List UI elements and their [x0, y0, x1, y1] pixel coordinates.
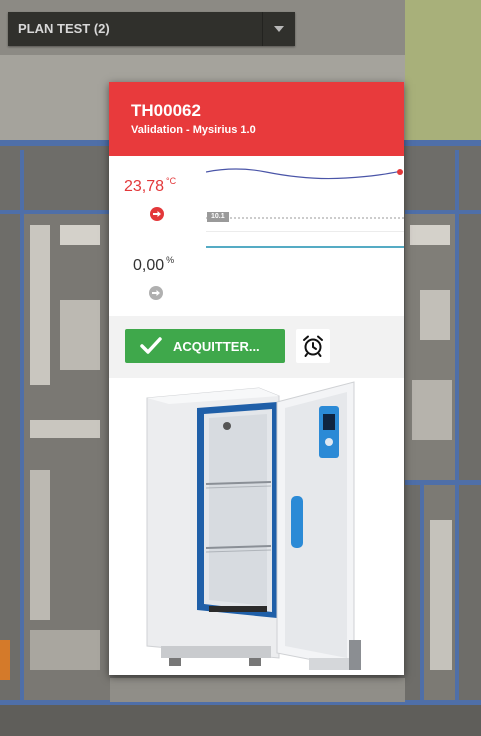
- sparkline-svg: [205, 168, 404, 248]
- device-header[interactable]: TH00062 Validation - Mysirius 1.0: [109, 82, 404, 156]
- acknowledge-label: ACQUITTER...: [173, 339, 260, 354]
- temperature-reading: 23,78 °C: [124, 176, 177, 196]
- device-id: TH00062: [131, 101, 201, 120]
- humidity-value: 0,00: [133, 257, 165, 274]
- humidity-unit: %: [166, 255, 175, 265]
- incubator-illustration: [146, 381, 361, 670]
- plan-selector-label: PLAN TEST (2): [18, 21, 110, 36]
- readings-panel: 23,78 °C 0,00%: [109, 156, 206, 316]
- alarm-button[interactable]: [296, 329, 330, 363]
- dropdown-divider: [262, 12, 263, 46]
- acknowledge-button[interactable]: ACQUITTER...: [125, 329, 285, 363]
- incubator-image: [109, 378, 404, 675]
- chart-divider: [206, 231, 404, 232]
- device-popup-card: TH00062 Validation - Mysirius 1.0 23,78 °…: [109, 82, 404, 675]
- chevron-down-icon[interactable]: [274, 26, 284, 32]
- temperature-value: 23,78: [124, 178, 165, 195]
- temperature-unit: °C: [166, 176, 177, 186]
- threshold-tag: 10.1: [207, 212, 229, 222]
- alarm-clock-icon: [303, 335, 323, 357]
- actions-bar: ACQUITTER...: [109, 316, 404, 378]
- arrow-right-circle-icon[interactable]: [149, 286, 163, 300]
- device-subtitle: Validation - Mysirius 1.0: [131, 124, 256, 136]
- arrow-right-circle-icon[interactable]: [150, 207, 164, 221]
- sparkline-chart: 10.1: [205, 156, 404, 316]
- temperature-current-point: [397, 169, 403, 175]
- check-icon: [140, 337, 162, 354]
- temperature-trend-line: [205, 168, 403, 180]
- plan-selector-dropdown[interactable]: PLAN TEST (2): [8, 12, 295, 46]
- humidity-reading: 0,00%: [133, 255, 175, 275]
